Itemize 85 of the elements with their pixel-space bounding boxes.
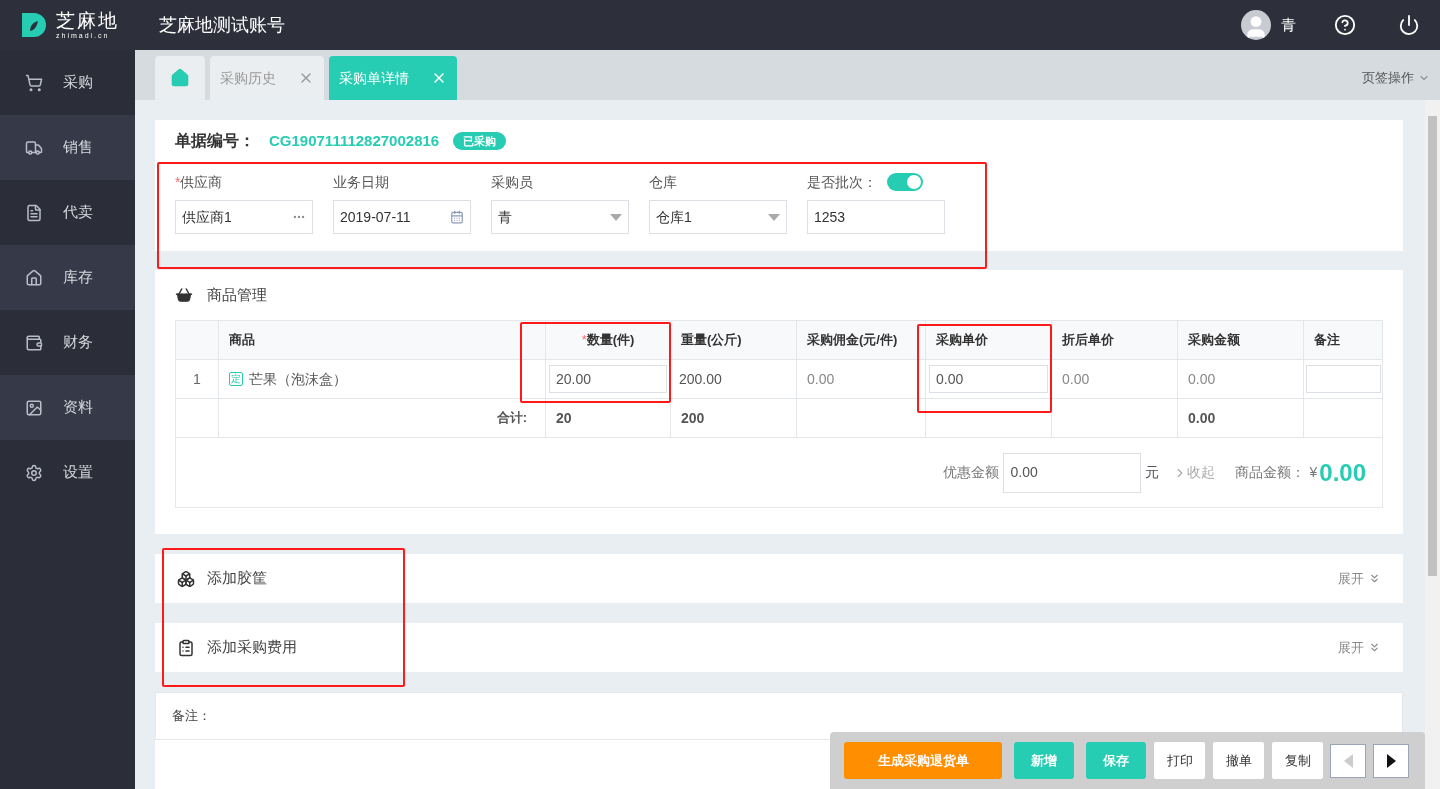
logo-text: 芝麻地 — [56, 11, 119, 30]
quantity-field[interactable]: 20.00 — [549, 365, 667, 393]
unit-label: 元 — [1145, 463, 1160, 482]
expand-link[interactable]: 展开 — [1338, 568, 1381, 589]
table-cell: 0.00 — [1178, 399, 1304, 437]
logo-icon — [20, 11, 48, 39]
next-button[interactable] — [1373, 743, 1409, 778]
home-icon — [170, 68, 190, 88]
settings-icon — [25, 463, 43, 482]
table-cell: 200 — [671, 399, 797, 437]
table-cell: 1 — [176, 360, 219, 398]
table-cell: 0.00 — [797, 360, 926, 398]
document-label: 单据编号： — [175, 131, 255, 151]
field-label: 采购员 — [491, 172, 533, 192]
image-icon — [25, 398, 43, 417]
select-field[interactable]: 仓库1 — [649, 200, 787, 234]
section-title: 添加胶筐 — [207, 568, 267, 589]
sidebar-item[interactable]: 资料 — [0, 375, 135, 440]
column-header: 采购佣金(元/件) — [807, 331, 898, 350]
table-cell: 20 — [546, 399, 671, 437]
required-mark: * — [581, 331, 587, 350]
account-name: 芝麻地测试账号 — [159, 13, 285, 37]
total-label: 合计: — [496, 409, 527, 428]
column-header: 商品 — [229, 331, 255, 350]
tag-badge: 定 — [229, 372, 243, 386]
table-cell: 0.00 — [1178, 360, 1304, 398]
goods-amount: 0.00 — [1319, 457, 1366, 488]
cart-icon — [25, 73, 43, 92]
table-cell: 200.00 — [671, 360, 797, 398]
caret-icon — [768, 213, 780, 221]
sidebar-item[interactable]: 库存 — [0, 245, 135, 310]
field-label: 仓库 — [649, 172, 677, 192]
help-icon[interactable] — [1334, 14, 1356, 36]
discount-label: 优惠金额 — [943, 463, 1000, 482]
document-icon — [25, 203, 43, 222]
section-title: 添加采购费用 — [207, 637, 297, 658]
action-button[interactable]: 打印 — [1154, 742, 1205, 779]
double-chevron-icon — [1368, 572, 1381, 585]
collapsible-section[interactable]: 添加采购费用 展开 — [155, 623, 1403, 672]
basket-icon — [175, 286, 193, 304]
field-label: 供应商 — [180, 172, 223, 192]
remark-field[interactable] — [1306, 365, 1381, 393]
price-field[interactable]: 0.00 — [929, 365, 1048, 393]
double-chevron-icon — [1368, 641, 1381, 654]
input-field[interactable]: 1253 — [807, 200, 945, 234]
remark-label: 备注： — [172, 707, 211, 726]
home-tab[interactable] — [155, 56, 205, 100]
goods-amount-label: 商品金额： — [1235, 463, 1306, 482]
calendar-icon — [450, 210, 464, 224]
column-header: 折后单价 — [1062, 331, 1114, 350]
table-cell: 0.00 — [1052, 360, 1178, 398]
field-label: 业务日期 — [333, 172, 389, 192]
product-name: 芒果（泡沫盒） — [249, 369, 347, 389]
section-title: 商品管理 — [207, 284, 267, 305]
tab-actions-button[interactable]: 页签操作 — [1362, 68, 1430, 88]
user-name: 青 — [1281, 14, 1296, 35]
toggle-switch[interactable] — [887, 173, 923, 191]
boxes-icon — [177, 569, 195, 588]
clipboard-icon — [177, 638, 195, 657]
column-header: 采购单价 — [936, 331, 988, 350]
required-mark: * — [175, 172, 181, 192]
select-field[interactable]: 青 — [491, 200, 629, 234]
document-number: CG190711112827002816 — [269, 130, 440, 151]
status-badge: 已采购 — [453, 131, 507, 151]
column-header: 采购金额 — [1188, 331, 1240, 350]
field-label: 是否批次： — [807, 172, 877, 192]
sidebar-item[interactable]: 销售 — [0, 115, 135, 180]
column-header: 重量(公斤) — [681, 331, 742, 350]
picker-field[interactable]: 供应商1 — [175, 200, 313, 234]
collapsible-section[interactable]: 添加胶筐 展开 — [155, 554, 1403, 603]
wallet-icon — [25, 333, 43, 352]
power-icon[interactable] — [1398, 14, 1420, 36]
avatar-icon — [1241, 10, 1271, 40]
expand-link[interactable]: 展开 — [1338, 637, 1381, 658]
discount-field[interactable]: 0.00 — [1003, 452, 1142, 493]
caret-icon — [610, 213, 622, 221]
currency-sign: ¥ — [1309, 463, 1318, 482]
right-triangle-icon — [1386, 753, 1396, 768]
action-button[interactable]: 复制 — [1272, 742, 1323, 779]
date-field[interactable]: 2019-07-11 — [333, 200, 471, 234]
column-header: 备注 — [1314, 331, 1340, 350]
left-triangle-icon — [1343, 753, 1353, 768]
house-icon — [25, 268, 43, 287]
column-header: 数量(件) — [586, 331, 635, 350]
action-button[interactable]: 撤单 — [1213, 742, 1264, 779]
